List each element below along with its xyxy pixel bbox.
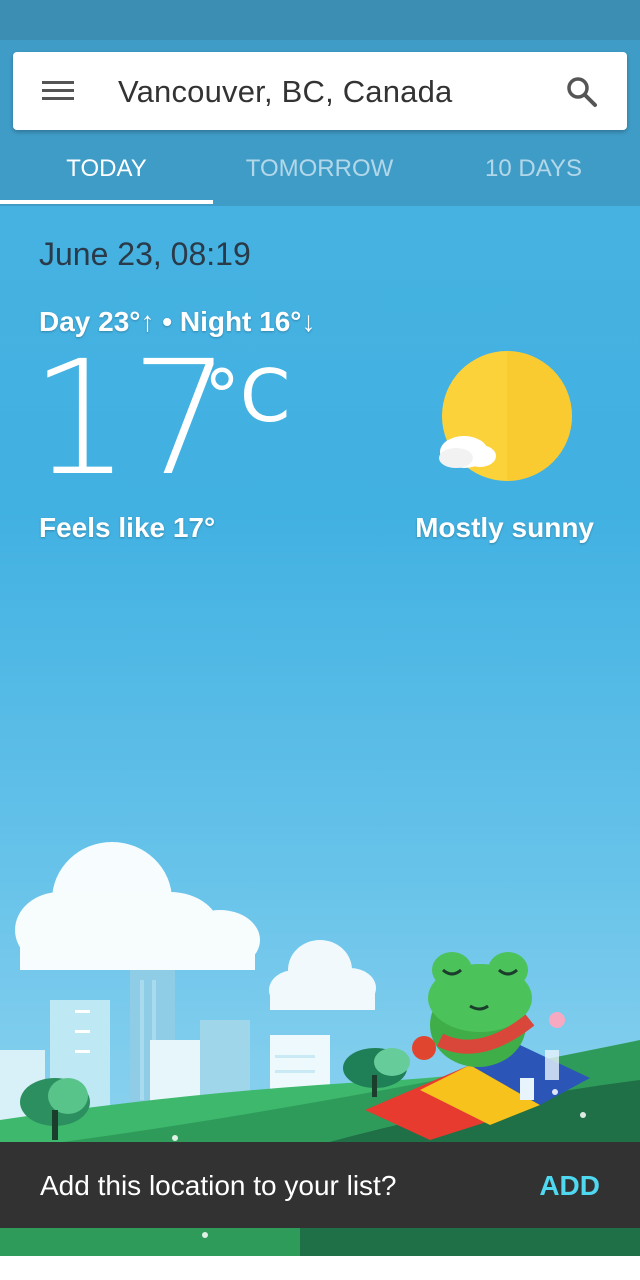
search-icon[interactable] [564,74,600,110]
tab-bar: TODAY TOMORROW 10 DAYS [0,135,640,206]
date-time: June 23, 08:19 [39,236,251,272]
hamburger-menu-icon[interactable] [42,79,74,103]
add-location-button[interactable]: ADD [539,1170,600,1202]
header: Vancouver, BC, Canada TODAY TOMORROW 10 … [0,40,640,206]
cloud-left [15,842,260,970]
feels-like: Feels like 17° [39,512,216,543]
snackbar-message: Add this location to your list? [40,1170,397,1201]
bottom-edge [0,1256,640,1280]
location-name[interactable]: Vancouver, BC, Canada [118,74,453,110]
tab-today[interactable]: TODAY [0,135,213,206]
tab-10-days[interactable]: 10 DAYS [427,135,640,206]
tab-tomorrow[interactable]: TOMORROW [213,135,426,206]
condition-text: Mostly sunny [415,512,594,543]
search-bar[interactable]: Vancouver, BC, Canada [13,52,627,130]
sun-with-cloud-icon [439,351,572,481]
current-temperature: 17 [30,327,232,511]
temperature-unit: °C [204,354,291,438]
status-bar [0,0,640,40]
cloud-right [269,940,376,1010]
snackbar: Add this location to your list? ADD [0,1142,640,1228]
